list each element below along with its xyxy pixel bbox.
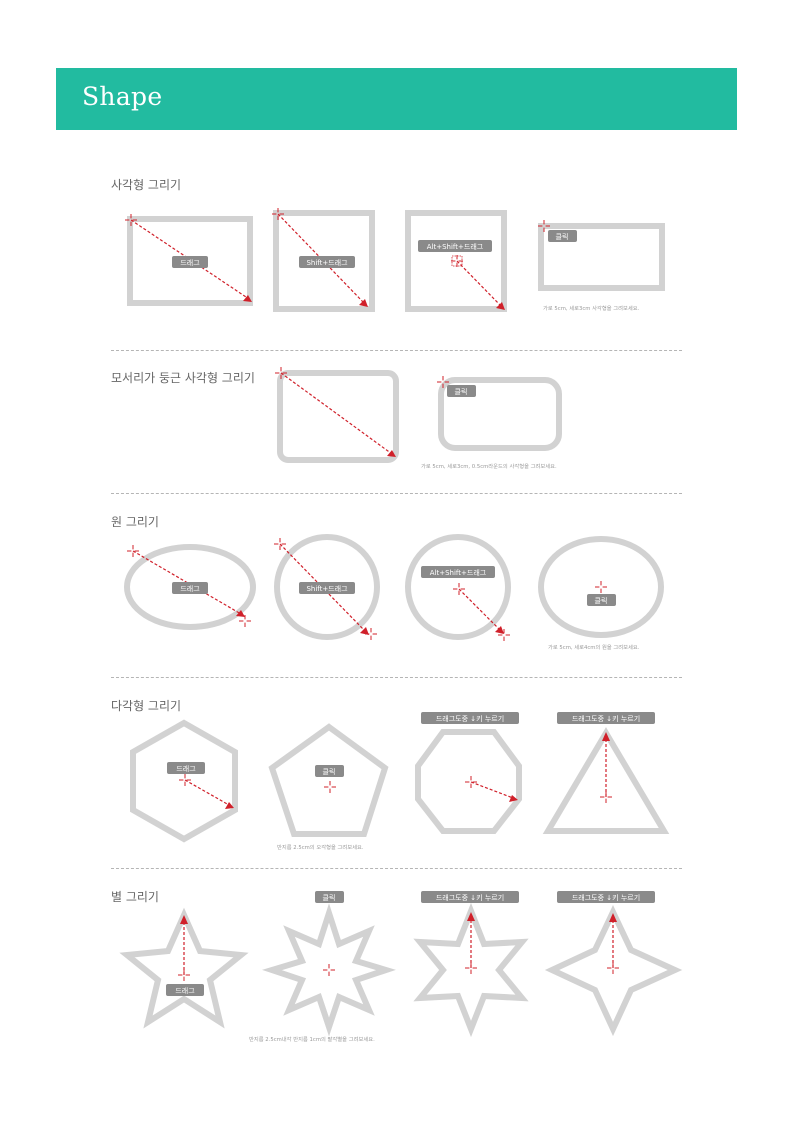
drag-arrow: [184, 779, 230, 806]
exercise-note-star: 반지름 2.5cm내각 반지름 1cm의 팔각별을 그려보세요.: [249, 1035, 375, 1043]
label-shift-drag: Shift+드래그: [306, 258, 348, 267]
label-click: 클릭: [595, 597, 608, 605]
label-shift-drag: Shift+드래그: [306, 584, 348, 593]
label-alt-shift-drag: Alt+Shift+드래그: [427, 242, 484, 251]
pentagon-shape: [268, 723, 389, 837]
label-click: 클릭: [556, 233, 569, 241]
crosshair-cursor: [322, 963, 336, 977]
label-click: 클릭: [455, 388, 468, 396]
ellipse-shape-click: [538, 536, 664, 638]
rounded-rect-shape-drag: [277, 370, 399, 463]
crosshair-cursor: [238, 614, 252, 628]
label-drag-down-key: 드래그도중 ↓키 누르기: [572, 893, 640, 902]
arrowhead: [495, 626, 504, 634]
exercise-note-circle: 가로 5cm, 세로4cm의 원을 그려보세요.: [548, 643, 640, 651]
exercise-note-rounded: 가로 5cm, 세로3cm, 0.5cm라운드의 사각형을 그려보세요.: [421, 462, 557, 470]
arrowhead: [359, 299, 368, 307]
label-click: 클릭: [323, 768, 336, 776]
label-drag: 드래그: [180, 584, 200, 593]
exercise-note-rect: 가로 5cm, 세로3cm 사각형을 그려보세요.: [543, 304, 640, 312]
exercise-note-polygon: 반지름 2.5cm의 오각형을 그려보세요.: [277, 843, 364, 851]
shapes-illustration: 드래그 Shift+드래그 Alt+Shift+드래그 클릭 가로 5cm, 세…: [119, 207, 683, 1043]
label-drag-down-key: 드래그도중 ↓키 누르기: [436, 714, 504, 723]
drag-arrow: [280, 372, 393, 455]
label-drag: 드래그: [175, 986, 195, 995]
eight-point-star-shape: [262, 903, 396, 1037]
label-drag: 드래그: [176, 764, 196, 773]
drag-arrow: [456, 260, 502, 307]
circle-shape-alt-shift: [405, 534, 511, 640]
drag-arrow: [470, 781, 514, 799]
crosshair-cursor: [323, 780, 337, 794]
label-drag-down-key: 드래그도중 ↓키 누르기: [436, 893, 504, 902]
label-alt-shift-drag: Alt+Shift+드래그: [430, 568, 487, 577]
hexagon-shape: [130, 719, 238, 843]
label-drag-down-key: 드래그도중 ↓키 누르기: [572, 714, 640, 723]
label-click: 클릭: [323, 894, 336, 902]
crosshair-cursor: [594, 580, 608, 594]
label-drag: 드래그: [180, 258, 200, 267]
